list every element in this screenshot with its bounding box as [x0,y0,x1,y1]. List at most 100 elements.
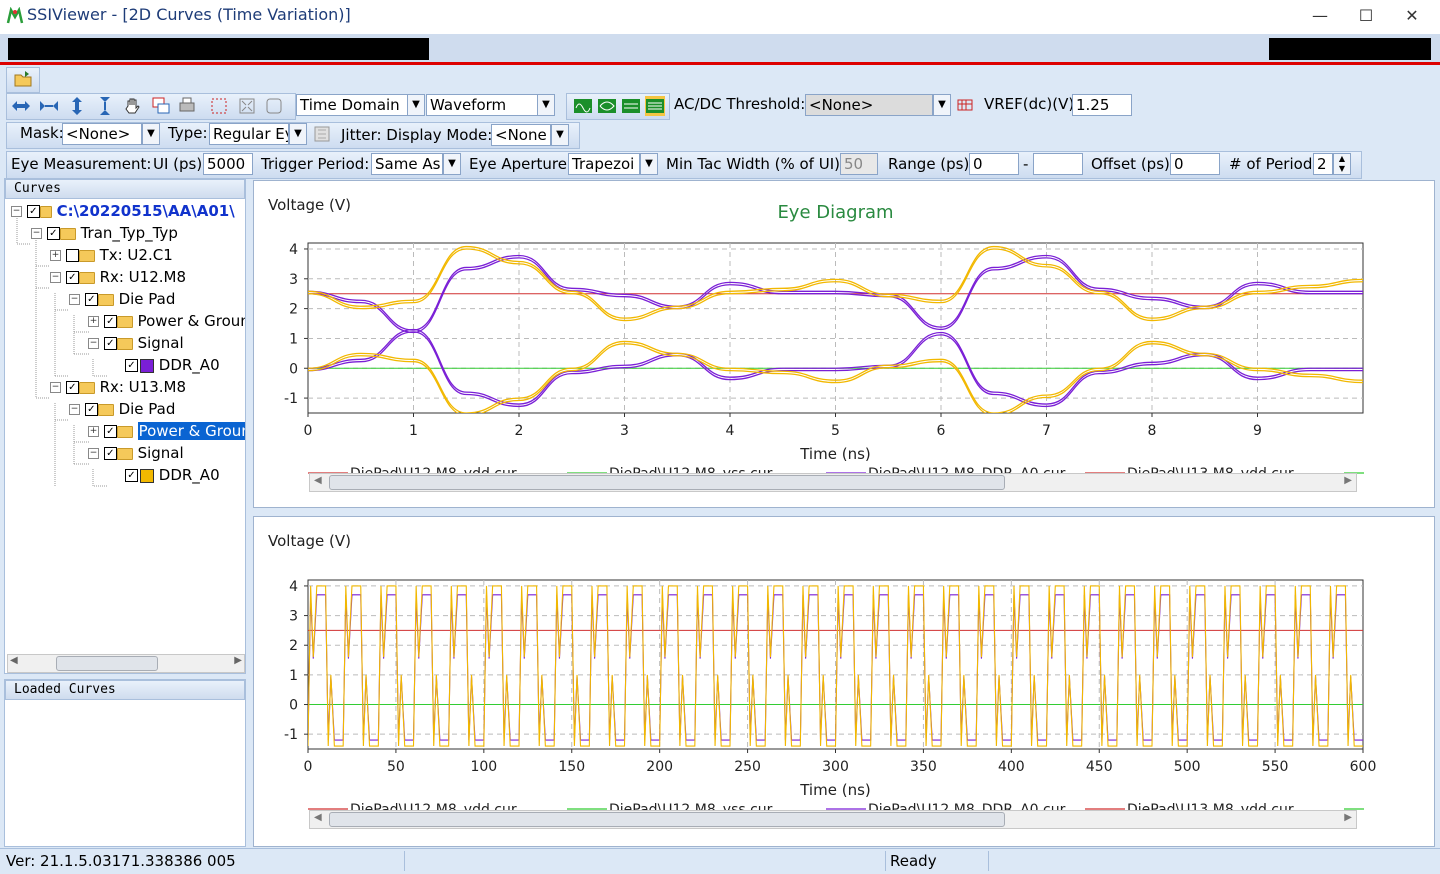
type-dropdown-button[interactable]: ▼ [289,123,307,145]
aperture-dropdown-button[interactable]: ▼ [640,153,658,175]
period-count-input[interactable]: 2 [1313,153,1333,175]
zoom-vertical-in-icon[interactable] [95,96,115,116]
curves-horizontal-scrollbar[interactable]: ◀ ▶ [7,654,245,673]
scroll-thumb[interactable] [56,656,158,671]
mask-select[interactable]: <None> [62,123,142,145]
view-toolbar [6,93,296,120]
y-tick-label: 1 [289,668,298,684]
chart1-horizontal-scrollbar[interactable]: ◀ ▶ [309,473,1357,492]
eye-aperture-select[interactable]: Trapezoi [568,153,640,175]
eye-settings-icon[interactable] [312,124,332,144]
print-icon[interactable] [177,96,197,116]
scroll-left-arrow-icon[interactable]: ◀ [10,655,18,666]
tree-node-power[interactable]: + ✓ Power & Groun [88,310,245,332]
trigger-dropdown-button[interactable]: ▼ [443,153,461,175]
scroll-thumb[interactable] [329,475,1005,490]
ui-input[interactable]: 5000 [203,153,253,175]
tree-node-tx[interactable]: + Tx: U2.C1 [50,244,173,266]
maximize-button[interactable]: ☐ [1351,4,1381,28]
x-axis-label: Time (ns) [799,445,871,463]
zoom-vertical-out-icon[interactable] [67,96,87,116]
chart-title: Eye Diagram [777,202,893,223]
y-tick-label: 4 [289,579,298,595]
tree-node-signal[interactable]: − ✓ Signal [88,442,184,464]
tree-node-label: Signal [137,444,184,462]
tree-node-label: Tran_Typ_Typ [80,224,178,242]
waveform-icon[interactable] [573,96,593,116]
tree-node-ddr-a0-u12[interactable]: ✓ DDR_A0 [125,354,220,376]
tree-node-power-selected[interactable]: + ✓ Power & Groun [88,420,245,442]
scroll-right-arrow-icon[interactable]: ▶ [234,655,242,666]
tree-node-label: Rx: U13.M8 [99,378,187,396]
type-select[interactable]: Regular Ey [209,123,289,145]
select-region-icon[interactable] [209,96,229,116]
trigger-period-select[interactable]: Same As [371,153,443,175]
y-tick-label: 3 [289,609,298,625]
scroll-left-arrow-icon[interactable]: ◀ [314,812,322,823]
view-dropdown-button[interactable]: ▼ [537,94,555,116]
x-tick-label: 2 [515,423,524,439]
accent-line [0,62,1440,65]
fit-all-icon[interactable] [237,96,257,116]
tree-node-signal[interactable]: − ✓ Signal [88,332,184,354]
x-tick-label: 400 [998,759,1025,775]
scroll-right-arrow-icon[interactable]: ▶ [1344,475,1352,486]
jitter-mode-label: Jitter: Display Mode: [341,126,493,144]
ui-label: UI (ps): [153,155,208,173]
tree-node-rx-u13[interactable]: − ✓ Rx: U13.M8 [50,376,186,398]
eye-diagram-plot[interactable]: Voltage (V) Eye Diagram 0 1 2 3 4 5 6 7 8 9 -1 0 1 2 3 4 T… [254,181,1434,507]
zoom-horizontal-out-icon[interactable] [11,96,31,116]
acdc-dropdown-button[interactable]: ▼ [933,94,951,116]
series-color-swatch [140,358,154,373]
x-tick-label: 300 [822,759,849,775]
y-tick-label: 2 [289,638,298,654]
tree-node-rx-u12[interactable]: − ✓ Rx: U12.M8 [50,266,186,288]
x-axis-label: Time (ns) [799,781,871,799]
period-count-label: # of Period: [1229,155,1318,173]
version-text: Ver: 21.1.5.03171.338386 005 [6,852,236,870]
tree-node-diepad[interactable]: − ✓ Die Pad [69,288,175,310]
domain-dropdown-button[interactable]: ▼ [407,94,425,116]
tree-node-diepad[interactable]: − ✓ Die Pad [69,398,175,420]
tree-node-label: Power & Groun [137,422,245,440]
scroll-thumb[interactable] [329,812,1005,827]
acdc-threshold-select[interactable]: <None> [805,94,933,116]
minimize-button[interactable]: — [1305,4,1335,28]
vref-icon[interactable] [955,95,975,115]
tree-node-root[interactable]: − ✓ C:\20220515\AA\A01\ [11,200,235,222]
vref-input[interactable]: 1.25 [1072,94,1132,116]
eye-measurement-label: Eye Measurement: [11,155,152,173]
vref-label: VREF(dc)(V): [984,95,1080,113]
range-label: Range (ps): [888,155,975,173]
close-button[interactable]: ✕ [1397,4,1427,28]
acdc-threshold-label: AC/DC Threshold: [674,95,806,113]
jitter-mode-select[interactable]: <None [491,124,551,146]
range-to-input[interactable] [1033,153,1083,175]
curves-tree: − ✓ C:\20220515\AA\A01\ − ✓ Tran_Typ_Typ… [5,200,245,655]
scroll-left-arrow-icon[interactable]: ◀ [314,475,322,486]
x-tick-label: 550 [1262,759,1289,775]
tree-node-label: C:\20220515\AA\A01\ [56,202,235,220]
eye-icon[interactable] [597,96,617,116]
overlay-icon[interactable] [621,96,641,116]
tree-node-ddr-a0-u13[interactable]: ✓ DDR_A0 [125,464,220,486]
restore-view-icon[interactable] [264,96,284,116]
copy-window-icon[interactable] [151,96,171,116]
zoom-horizontal-in-icon[interactable] [39,96,59,116]
waveform-plot[interactable]: Voltage (V) 0 50 100 150 200 250 300 350 400 450 50… [254,517,1434,846]
domain-select[interactable]: Time Domain [296,94,408,116]
view-select[interactable]: Waveform [426,94,538,116]
tree-node-tran[interactable]: − ✓ Tran_Typ_Typ [31,222,178,244]
mask-dropdown-button[interactable]: ▼ [142,123,160,145]
offset-input[interactable]: 0 [1170,153,1220,175]
period-count-spinner[interactable]: ▲ ▼ [1333,153,1351,175]
eye-diagram-active-icon[interactable] [645,96,665,116]
eye-aperture-label: Eye Aperture: [469,155,573,173]
open-folder-icon[interactable] [13,69,33,89]
min-tac-input[interactable]: 50 [840,153,878,175]
jitter-dropdown-button[interactable]: ▼ [551,124,569,146]
scroll-right-arrow-icon[interactable]: ▶ [1344,812,1352,823]
pan-hand-icon[interactable] [123,96,143,116]
chart2-horizontal-scrollbar[interactable]: ◀ ▶ [309,810,1357,829]
range-from-input[interactable]: 0 [969,153,1019,175]
